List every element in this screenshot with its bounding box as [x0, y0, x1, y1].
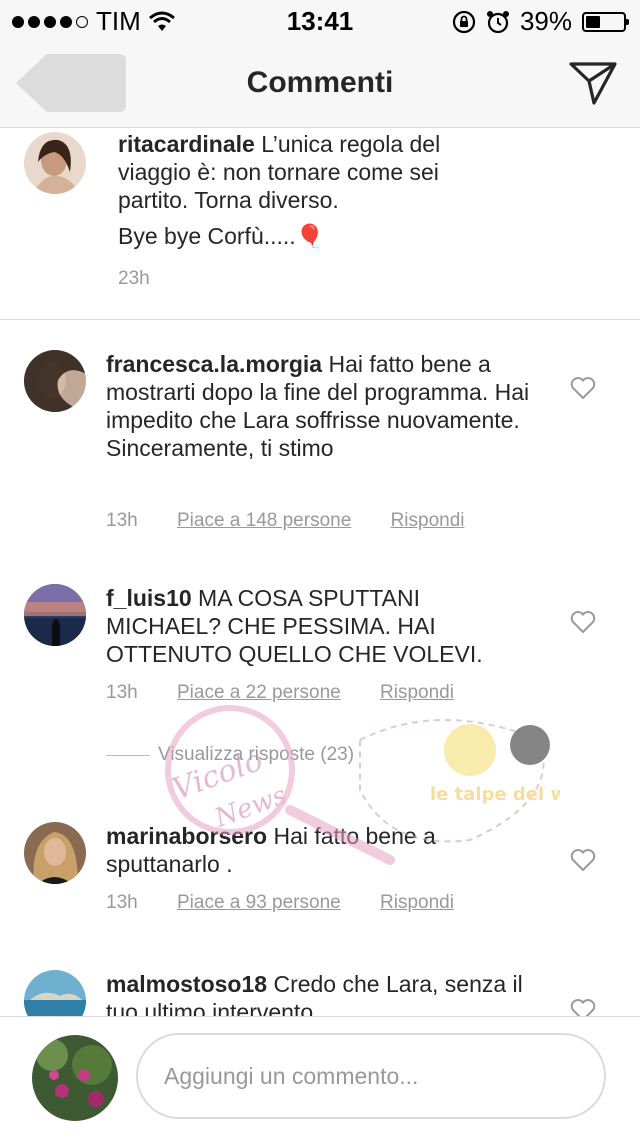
caption-username[interactable]: ritacardinale [118, 131, 255, 157]
page-title: Commenti [246, 66, 394, 99]
comment-text: marinaborsero Hai fatto bene a sputtanar… [106, 822, 536, 878]
heart-icon[interactable] [570, 376, 596, 400]
avatar[interactable] [24, 132, 86, 194]
comments-list[interactable]: ritacardinale L’unica regola del viaggio… [0, 128, 640, 1016]
caption-body-2: Bye bye Corfù.....🎈 [118, 223, 325, 249]
reply-link[interactable]: Rispondi [391, 510, 465, 531]
comment-meta: 13h Piace a 22 persone Rispondi [106, 682, 488, 704]
timestamp: 13h [106, 892, 138, 913]
comment-meta: 13h Piace a 148 persone Rispondi [106, 510, 499, 532]
comment-username[interactable]: francesca.la.morgia [106, 351, 322, 377]
caption-meta: 23h [118, 268, 184, 290]
avatar[interactable] [24, 822, 86, 884]
rotation-lock-icon [452, 10, 476, 33]
comment-text: f_luis10 MA COSA SPUTTANI MICHAEL? CHE P… [106, 584, 536, 668]
comment-username[interactable]: marinaborsero [106, 823, 267, 849]
battery-percent: 39% [519, 6, 572, 36]
view-replies-label: Visualizza risposte (23) [158, 744, 355, 765]
likes-link[interactable]: Piace a 22 persone [177, 682, 341, 703]
reply-link[interactable]: Rispondi [380, 682, 454, 703]
heart-icon[interactable] [570, 610, 596, 634]
comment-username[interactable]: malmostoso18 [106, 971, 267, 997]
alarm-icon [486, 10, 509, 33]
status-right: 39% [452, 6, 629, 37]
reply-link[interactable]: Rispondi [380, 892, 454, 913]
timestamp: 13h [106, 682, 138, 703]
timestamp: 23h [118, 268, 150, 289]
caption-text: ritacardinale L’unica regola del viaggio… [118, 130, 498, 214]
avatar[interactable] [24, 970, 86, 1016]
comment-text: malmostoso18 Credo che Lara, senza il tu… [106, 970, 536, 1016]
likes-link[interactable]: Piace a 93 persone [177, 892, 341, 913]
comment-username[interactable]: f_luis10 [106, 585, 192, 611]
heart-icon[interactable] [570, 848, 596, 872]
direct-send-icon[interactable] [568, 60, 618, 106]
likes-link[interactable]: Piace a 148 persone [177, 510, 351, 531]
current-user-avatar [32, 1035, 118, 1121]
status-bar: TIM 13:41 39% [0, 0, 640, 40]
battery-icon [582, 11, 629, 32]
heart-icon[interactable] [570, 998, 596, 1016]
timestamp: 13h [106, 510, 138, 531]
avatar[interactable] [24, 350, 86, 412]
comment-meta: 13h Piace a 93 persone Rispondi [106, 892, 488, 914]
comment-composer [0, 1016, 640, 1136]
view-replies-button[interactable]: Visualizza risposte (23) [106, 744, 354, 766]
divider [106, 754, 150, 756]
comment-input[interactable] [136, 1033, 606, 1119]
comment-text: francesca.la.morgia Hai fatto bene a mos… [106, 350, 536, 462]
avatar[interactable] [24, 584, 86, 646]
post-caption: ritacardinale L’unica regola del viaggio… [0, 128, 640, 320]
navigation-bar: Commenti [0, 40, 640, 128]
